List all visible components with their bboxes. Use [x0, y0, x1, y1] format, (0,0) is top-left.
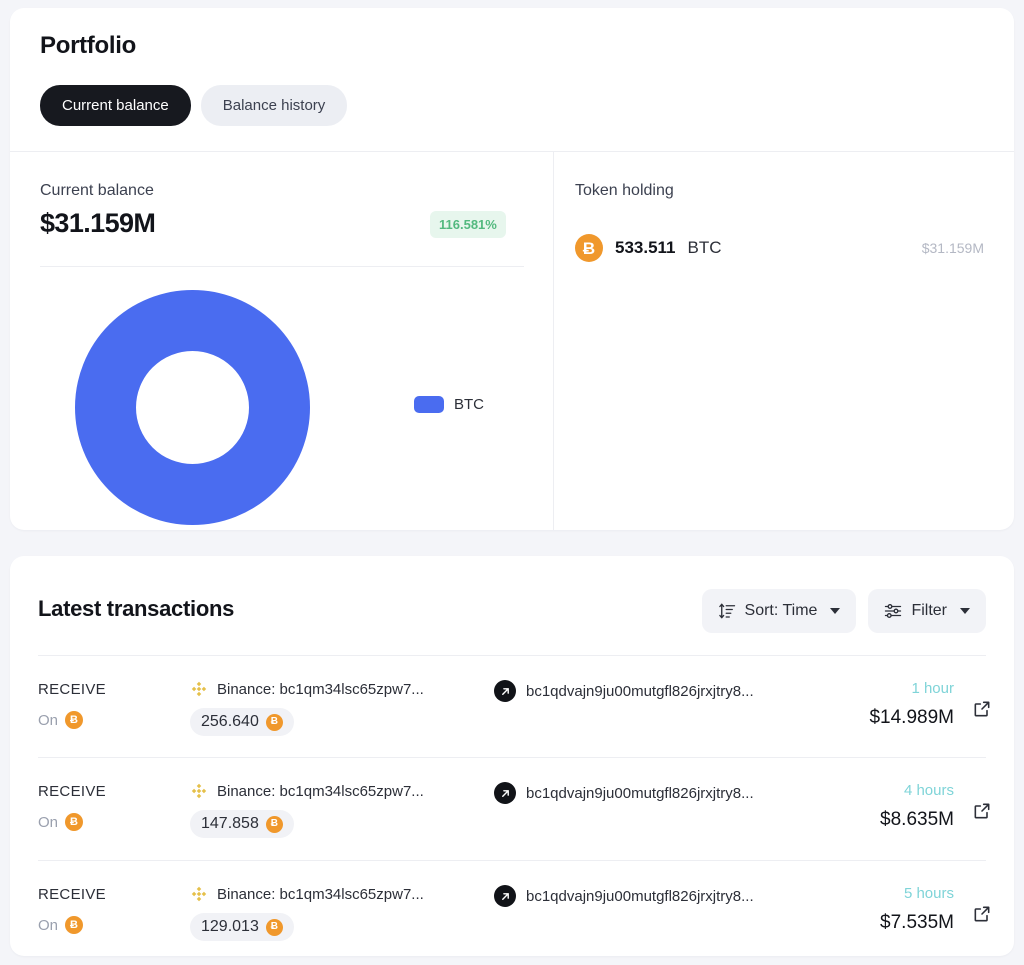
portfolio-tabs: Current balance Balance history: [40, 85, 348, 126]
amount-value: 256.640: [201, 713, 259, 730]
on-label: On: [38, 813, 59, 831]
row-divider: [38, 860, 986, 861]
token-amount: 533.511: [615, 238, 676, 257]
transaction-time: 4 hours: [903, 782, 954, 799]
bitcoin-icon: Ƀ: [65, 916, 84, 934]
portfolio-card: Portfolio Current balance Balance histor…: [10, 8, 1014, 530]
transaction-to[interactable]: bc1qdvajn9ju00mutgfl826jrxjtry8...: [494, 885, 754, 907]
from-address: Binance: bc1qm34lsc65zpw7...: [217, 680, 424, 698]
bitcoin-icon: Ƀ: [575, 234, 603, 262]
transaction-from[interactable]: Binance: bc1qm34lsc65zpw7...: [190, 885, 424, 903]
balance-divider: [40, 266, 524, 267]
external-link-icon[interactable]: [972, 801, 992, 821]
transaction-type: RECEIVE: [38, 681, 106, 698]
on-label: On: [38, 711, 59, 729]
bitcoin-icon: Ƀ: [265, 713, 283, 731]
external-link-icon[interactable]: [972, 904, 992, 924]
sort-button-label: Sort: Time: [744, 602, 818, 619]
to-address: bc1qdvajn9ju00mutgfl826jrxjtry8...: [526, 887, 754, 905]
bitcoin-icon: Ƀ: [265, 815, 283, 833]
from-address: Binance: bc1qm34lsc65zpw7...: [217, 782, 424, 800]
transaction-amount: 129.013 Ƀ: [190, 913, 294, 941]
filter-button-label: Filter: [911, 602, 947, 619]
token-holding-row[interactable]: Ƀ 533.511 BTC: [575, 234, 722, 262]
panel-divider: [553, 151, 554, 530]
to-address: bc1qdvajn9ju00mutgfl826jrxjtry8...: [526, 682, 754, 700]
table-row[interactable]: RECEIVE On Ƀ Binance: bc1qm34lsc65zpw7..…: [10, 655, 1014, 757]
filter-sliders-icon: [885, 604, 902, 618]
table-row[interactable]: RECEIVE On Ƀ Binance: bc1qm34lsc65zpw7..…: [10, 757, 1014, 859]
token-holding-label: Token holding: [575, 182, 674, 199]
current-balance-label: Current balance: [40, 182, 154, 199]
chevron-down-icon: [830, 608, 841, 614]
transaction-chain: On Ƀ: [38, 916, 84, 934]
binance-icon: [191, 886, 207, 902]
current-balance-value: $31.159M: [40, 208, 156, 238]
bitcoin-icon: Ƀ: [265, 918, 283, 936]
transaction-value: $14.989M: [869, 707, 954, 728]
to-address: bc1qdvajn9ju00mutgfl826jrxjtry8...: [526, 784, 754, 802]
latest-transactions-card: Latest transactions Sort: Time Filter RE…: [10, 556, 1014, 956]
transaction-from[interactable]: Binance: bc1qm34lsc65zpw7...: [190, 680, 424, 698]
chevron-down-icon: [960, 608, 970, 614]
allocation-donut-chart: [75, 290, 310, 525]
from-address: Binance: bc1qm34lsc65zpw7...: [217, 885, 424, 903]
token-usd-value: $31.159M: [921, 240, 984, 256]
token-symbol: BTC: [687, 238, 722, 257]
row-divider: [38, 655, 986, 656]
legend-label-btc: BTC: [454, 396, 484, 413]
transaction-to[interactable]: bc1qdvajn9ju00mutgfl826jrxjtry8...: [494, 680, 754, 702]
transaction-to[interactable]: bc1qdvajn9ju00mutgfl826jrxjtry8...: [494, 782, 754, 804]
transaction-value: $7.535M: [880, 912, 954, 933]
transactions-controls: Sort: Time Filter: [701, 589, 986, 633]
transactions-title: Latest transactions: [38, 596, 235, 621]
arrow-up-right-badge-icon: [494, 885, 516, 907]
tab-current-balance[interactable]: Current balance: [40, 85, 191, 126]
transaction-amount: 256.640 Ƀ: [190, 708, 294, 736]
balance-change-badge: 116.581%: [430, 211, 506, 238]
transaction-type: RECEIVE: [38, 886, 106, 903]
amount-value: 147.858: [201, 815, 259, 832]
on-label: On: [38, 916, 59, 934]
transaction-from[interactable]: Binance: bc1qm34lsc65zpw7...: [190, 782, 424, 800]
transaction-time: 5 hours: [903, 885, 954, 902]
transaction-type: RECEIVE: [38, 783, 106, 800]
transaction-value: $8.635M: [880, 809, 954, 830]
page-title: Portfolio: [40, 32, 136, 59]
transaction-chain: On Ƀ: [38, 813, 84, 831]
table-row[interactable]: RECEIVE On Ƀ Binance: bc1qm34lsc65zpw7..…: [10, 860, 1014, 962]
tab-balance-history[interactable]: Balance history: [200, 85, 348, 126]
amount-value: 129.013: [201, 918, 259, 935]
binance-icon: [191, 783, 207, 799]
transaction-chain: On Ƀ: [38, 711, 84, 729]
arrow-up-right-badge-icon: [494, 782, 516, 804]
card-divider: [10, 151, 1014, 152]
external-link-icon[interactable]: [972, 699, 992, 719]
chart-legend: BTC: [414, 396, 484, 413]
bitcoin-icon: Ƀ: [65, 813, 84, 831]
filter-button[interactable]: Filter: [868, 589, 986, 633]
sort-button[interactable]: Sort: Time: [701, 589, 857, 633]
transaction-time: 1 hour: [911, 680, 954, 697]
transaction-amount: 147.858 Ƀ: [190, 810, 294, 838]
arrow-up-right-badge-icon: [494, 680, 516, 702]
bitcoin-icon: Ƀ: [65, 711, 84, 729]
row-divider: [38, 757, 986, 758]
legend-swatch-btc: [414, 396, 444, 413]
binance-icon: [191, 681, 207, 697]
portfolio-page: Portfolio Current balance Balance histor…: [0, 0, 1024, 965]
sort-icon: [718, 603, 735, 619]
